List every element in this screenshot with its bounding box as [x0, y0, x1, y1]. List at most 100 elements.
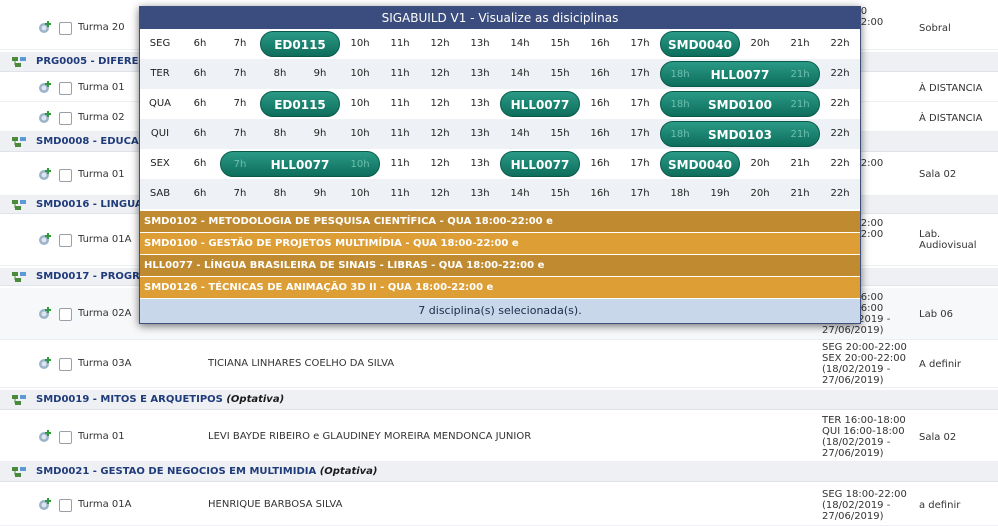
add-turma-icon[interactable]: [38, 110, 52, 124]
course-block-pill[interactable]: 18h 21h HLL0077: [660, 61, 820, 87]
hour-cell[interactable]: 11h: [380, 59, 420, 89]
hour-cell[interactable]: 14h: [500, 119, 540, 149]
hour-cell[interactable]: 7h: [220, 119, 260, 149]
add-turma-icon[interactable]: [38, 497, 52, 511]
course-code-title[interactable]: SMD0019 - MITOS E ARQUETIPOS: [36, 394, 223, 405]
hour-cell[interactable]: 13h: [460, 89, 500, 119]
hour-cell[interactable]: 16h: [580, 29, 620, 59]
course-block-pill[interactable]: SMD0040: [660, 31, 740, 57]
hour-cell[interactable]: 22h: [820, 29, 860, 59]
course-group-title[interactable]: SMD0021 - GESTAO DE NEGOCIOS EM MULTIMID…: [36, 466, 378, 477]
hour-cell[interactable]: 11h: [380, 89, 420, 119]
hour-cell[interactable]: 9h: [300, 119, 340, 149]
hour-cell[interactable]: 10h: [340, 29, 380, 59]
hour-cell[interactable]: 7h: [220, 29, 260, 59]
add-turma-icon[interactable]: [38, 20, 52, 34]
hour-cell[interactable]: 22h: [820, 149, 860, 179]
add-turma-icon[interactable]: [38, 80, 52, 94]
hour-cell[interactable]: 13h: [460, 59, 500, 89]
hour-cell[interactable]: 20h: [740, 179, 780, 209]
discipline-bar[interactable]: SMD0126 - TÉCNICAS DE ANIMAÇÃO 3D II - Q…: [140, 277, 860, 298]
hour-cell[interactable]: 12h: [420, 89, 460, 119]
course-block-pill[interactable]: ED0115: [260, 31, 340, 57]
hour-cell[interactable]: 16h: [580, 59, 620, 89]
hour-cell[interactable]: 22h: [820, 179, 860, 209]
add-turma-icon[interactable]: [38, 356, 52, 370]
course-code-title[interactable]: SMD0017 - PROGRA: [36, 271, 148, 282]
hour-cell[interactable]: 21h: [780, 149, 820, 179]
hour-cell[interactable]: 6h: [180, 29, 220, 59]
hour-cell[interactable]: 17h: [620, 29, 660, 59]
hour-cell[interactable]: 13h: [460, 149, 500, 179]
hour-cell[interactable]: 17h: [620, 89, 660, 119]
hour-cell[interactable]: 19h: [700, 179, 740, 209]
hour-cell[interactable]: 9h: [300, 59, 340, 89]
hour-cell[interactable]: 17h: [620, 179, 660, 209]
hour-cell[interactable]: 6h: [180, 89, 220, 119]
add-turma-icon[interactable]: [38, 429, 52, 443]
hour-cell[interactable]: 21h: [780, 29, 820, 59]
hour-cell[interactable]: 10h: [340, 119, 380, 149]
discipline-bar[interactable]: SMD0102 - METODOLOGIA DE PESQUISA CIENTÍ…: [140, 211, 860, 232]
hour-cell[interactable]: 21h: [780, 179, 820, 209]
hour-cell[interactable]: 10h: [340, 89, 380, 119]
hour-cell[interactable]: 12h: [420, 179, 460, 209]
hour-cell[interactable]: 14h: [500, 59, 540, 89]
turma-checkbox[interactable]: [59, 22, 72, 35]
hour-cell[interactable]: 15h: [540, 29, 580, 59]
course-code-title[interactable]: SMD0021 - GESTAO DE NEGOCIOS EM MULTIMID…: [36, 466, 316, 477]
hour-cell[interactable]: 12h: [420, 149, 460, 179]
hour-cell[interactable]: 10h: [340, 59, 380, 89]
course-code-title[interactable]: SMD0008 - EDUCAÇ: [36, 136, 146, 147]
course-group-title[interactable]: SMD0008 - EDUCAÇ: [36, 136, 146, 147]
discipline-bar[interactable]: HLL0077 - LÍNGUA BRASILEIRA DE SINAIS - …: [140, 255, 860, 276]
hour-cell[interactable]: 7h: [220, 59, 260, 89]
hour-cell[interactable]: 22h: [820, 59, 860, 89]
hour-cell[interactable]: 13h: [460, 179, 500, 209]
turma-checkbox[interactable]: [59, 82, 72, 95]
course-group-title[interactable]: PRG0005 - DIFEREN: [36, 56, 147, 67]
hour-cell[interactable]: 22h: [820, 119, 860, 149]
hour-cell[interactable]: 20h: [740, 149, 780, 179]
hour-cell[interactable]: 18h: [660, 179, 700, 209]
course-block-pill[interactable]: SMD0040: [660, 151, 740, 177]
hour-cell[interactable]: 16h: [580, 89, 620, 119]
hour-cell[interactable]: 13h: [460, 119, 500, 149]
hour-cell[interactable]: 14h: [500, 29, 540, 59]
course-block-pill[interactable]: HLL0077: [500, 151, 580, 177]
hour-cell[interactable]: 17h: [620, 119, 660, 149]
course-code-title[interactable]: PRG0005 - DIFEREN: [36, 56, 147, 67]
course-block-pill[interactable]: HLL0077: [500, 91, 580, 117]
hour-cell[interactable]: 6h: [180, 179, 220, 209]
hour-cell[interactable]: 12h: [420, 119, 460, 149]
hour-cell[interactable]: 15h: [540, 119, 580, 149]
hour-cell[interactable]: 10h: [340, 179, 380, 209]
turma-checkbox[interactable]: [59, 308, 72, 321]
course-group-title[interactable]: SMD0016 - LINGUAG: [36, 199, 151, 210]
hour-cell[interactable]: 15h: [540, 59, 580, 89]
hour-cell[interactable]: 17h: [620, 59, 660, 89]
hour-cell[interactable]: 16h: [580, 149, 620, 179]
course-code-title[interactable]: SMD0016 - LINGUAG: [36, 199, 151, 210]
hour-cell[interactable]: 12h: [420, 29, 460, 59]
turma-checkbox[interactable]: [59, 168, 72, 182]
course-block-pill[interactable]: ED0115: [260, 91, 340, 117]
course-group-title[interactable]: SMD0019 - MITOS E ARQUETIPOS (Optativa): [36, 394, 284, 405]
hour-cell[interactable]: 6h: [180, 59, 220, 89]
hour-cell[interactable]: 12h: [420, 59, 460, 89]
hour-cell[interactable]: 16h: [580, 119, 620, 149]
add-turma-icon[interactable]: [38, 306, 52, 320]
hour-cell[interactable]: 11h: [380, 29, 420, 59]
hour-cell[interactable]: 6h: [180, 149, 220, 179]
turma-checkbox[interactable]: [59, 358, 72, 371]
add-turma-icon[interactable]: [38, 167, 52, 181]
course-block-pill[interactable]: 18h 21h SMD0103: [660, 121, 820, 147]
turma-checkbox[interactable]: [59, 112, 72, 125]
discipline-bar[interactable]: SMD0100 - GESTÃO DE PROJETOS MULTIMÍDIA …: [140, 233, 860, 254]
hour-cell[interactable]: 11h: [380, 119, 420, 149]
hour-cell[interactable]: 8h: [260, 59, 300, 89]
hour-cell[interactable]: 14h: [500, 179, 540, 209]
turma-checkbox[interactable]: [59, 499, 72, 512]
hour-cell[interactable]: 7h: [220, 179, 260, 209]
hour-cell[interactable]: 11h: [380, 149, 420, 179]
